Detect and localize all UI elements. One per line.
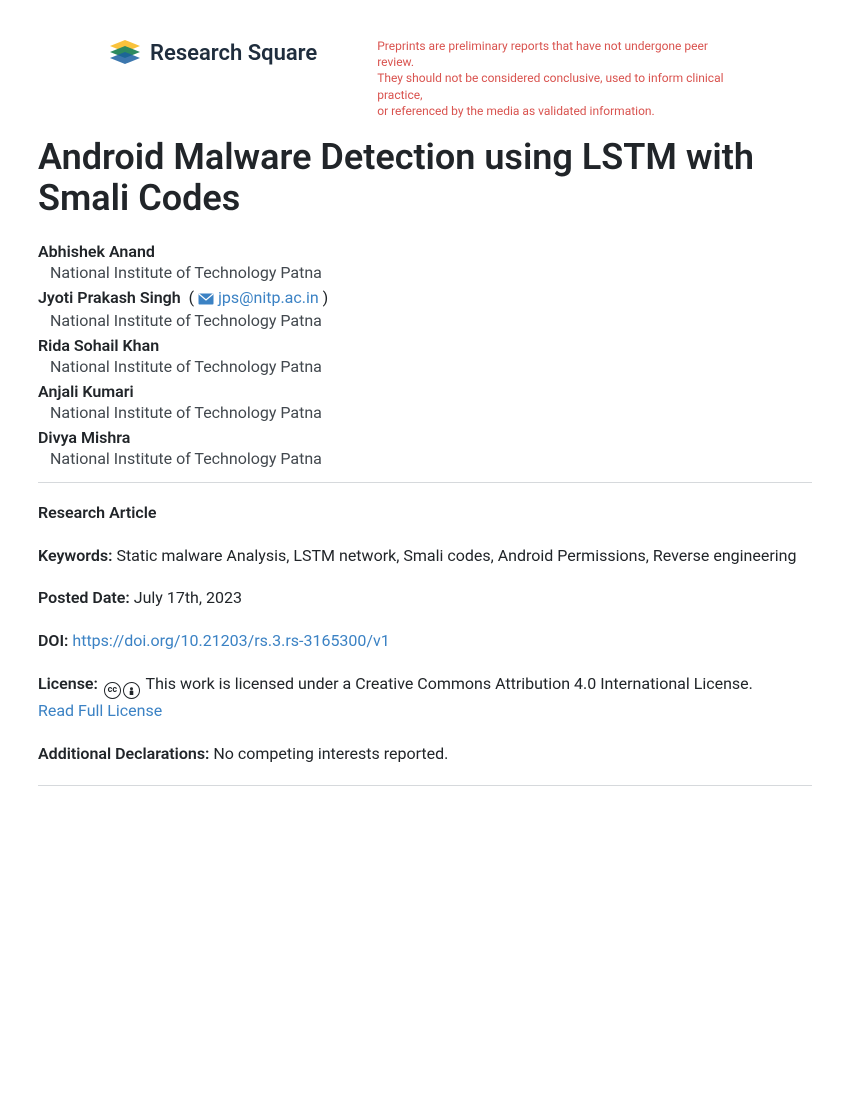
doi-row: DOI: https://doi.org/10.21203/rs.3.rs-31… [38,629,812,654]
keywords-label: Keywords: [38,546,112,565]
author-list: Abhishek Anand National Institute of Tech… [38,242,812,468]
logo-mark-icon [108,38,142,68]
author-entry: Divya Mishra National Institute of Techno… [38,428,812,468]
posted-label: Posted Date: [38,588,130,607]
author-name: Jyoti Prakash Singh [38,288,181,307]
divider [38,482,812,483]
author-affiliation: National Institute of Technology Patna [38,263,812,282]
keywords-row: Keywords: Static malware Analysis, LSTM … [38,544,812,569]
paper-title: Android Malware Detection using LSTM wit… [38,137,812,220]
cc-icons: cc [104,682,140,699]
author-affiliation: National Institute of Technology Patna [38,403,812,422]
license-text: This work is licensed under a Creative C… [146,674,753,693]
corresponding-marker: ( jps@nitp.ac.in ) [181,288,329,307]
author-entry: Rida Sohail Khan National Institute of Te… [38,336,812,376]
divider [38,785,812,786]
author-entry: Jyoti Prakash Singh ( jps@nitp.ac.in ) Na… [38,288,812,330]
article-type: Research Article [38,503,157,522]
author-name: Divya Mishra [38,428,130,447]
license-row: License: cc This work is licensed under … [38,672,812,724]
cc-icon: cc [104,682,121,699]
doi-label: DOI: [38,631,68,650]
posted-date-row: Posted Date: July 17th, 2023 [38,586,812,611]
keywords-value: Static malware Analysis, LSTM network, S… [116,546,796,565]
author-name: Abhishek Anand [38,242,155,261]
posted-value: July 17th, 2023 [134,588,242,607]
license-label: License: [38,674,98,693]
declarations-value: No competing interests reported. [213,744,448,763]
declarations-row: Additional Declarations: No competing in… [38,742,812,767]
author-email-link[interactable]: jps@nitp.ac.in [218,288,319,307]
page-header: Research Square Preprints are preliminar… [38,38,812,119]
author-affiliation: National Institute of Technology Patna [38,357,812,376]
metadata-block: Research Article Keywords: Static malwar… [38,501,812,767]
author-affiliation: National Institute of Technology Patna [38,449,812,468]
preprint-disclaimer: Preprints are preliminary reports that h… [377,38,747,119]
doi-link[interactable]: https://doi.org/10.21203/rs.3.rs-3165300… [72,631,389,650]
cc-by-icon [123,682,140,699]
author-entry: Abhishek Anand National Institute of Tech… [38,242,812,282]
declarations-label: Additional Declarations: [38,744,209,763]
mail-icon [198,290,214,309]
read-full-license-link[interactable]: Read Full License [38,701,162,720]
disclaimer-line: or referenced by the media as validated … [377,103,747,119]
brand-logo: Research Square [108,38,317,68]
author-name: Anjali Kumari [38,382,134,401]
brand-name: Research Square [150,41,317,66]
author-name: Rida Sohail Khan [38,336,159,355]
author-affiliation: National Institute of Technology Patna [38,311,812,330]
author-entry: Anjali Kumari National Institute of Techn… [38,382,812,422]
disclaimer-line: They should not be considered conclusive… [377,70,747,102]
disclaimer-line: Preprints are preliminary reports that h… [377,38,747,70]
